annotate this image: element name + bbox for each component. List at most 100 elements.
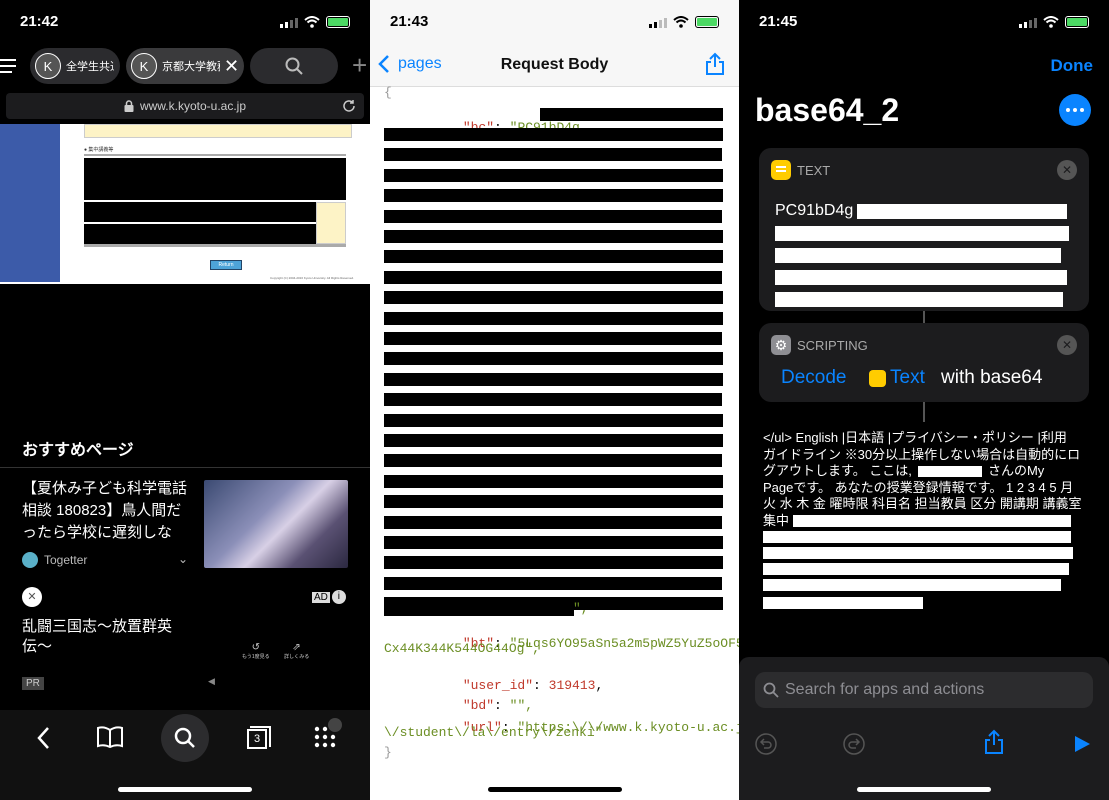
close-tab-icon[interactable]: ✕ (224, 56, 239, 77)
menu-icon[interactable] (0, 58, 18, 74)
redacted-line (384, 495, 723, 509)
home-indicator (487, 787, 622, 792)
tab-label: 全学生共通 (66, 61, 114, 73)
share-icon[interactable] (983, 729, 1005, 755)
redacted-line (384, 148, 722, 162)
url-line: "url": "https:\/\/www.k.kyoto-u.ac.jp (462, 720, 739, 735)
redacted-line (384, 270, 722, 284)
request-body-panel: 21:43 pages Request Body { "bc": "PC91bD… (370, 0, 739, 800)
navigation-bar: 21:43 pages Request Body (370, 0, 739, 87)
redacted-line (384, 556, 723, 570)
status-time: 21:42 (20, 13, 59, 30)
back-icon[interactable] (36, 726, 50, 750)
redacted-line (384, 393, 722, 407)
redacted-line (384, 311, 723, 325)
browser-tab[interactable]: K 全学生共通 (30, 48, 120, 84)
details-action[interactable]: ⇗ 詳しくみる (284, 642, 309, 660)
url-text: www.k.kyoto-u.ac.jp (139, 99, 247, 113)
status-time: 21:45 (759, 13, 798, 30)
redacted-line (384, 474, 723, 488)
tab-count: 3 (247, 729, 267, 749)
return-button[interactable]: Return (210, 260, 242, 270)
redacted-value (540, 108, 723, 121)
text-variable-token[interactable]: Text (869, 367, 925, 389)
shortcut-title: base64_2 (755, 92, 900, 128)
notification-dot (328, 718, 342, 732)
wifi-icon (1043, 16, 1059, 28)
ad-badge: AD (312, 591, 330, 603)
status-bar: 21:45 (739, 0, 1109, 44)
tabs-button[interactable]: 3 (247, 726, 271, 750)
tab-label: 京都大学教務 (162, 61, 220, 73)
search-input[interactable]: Search for apps and actions (755, 672, 1093, 708)
action-label: SCRIPTING (797, 338, 868, 353)
bottom-sheet: Search for apps and actions (739, 657, 1109, 800)
recommend-title: おすすめページ (22, 442, 134, 459)
site-favicon: K (35, 53, 61, 79)
redacted-value (384, 603, 574, 616)
done-button[interactable]: Done (1051, 56, 1094, 76)
redacted-line (384, 209, 722, 223)
page-title: Request Body (500, 56, 609, 73)
new-tab-icon[interactable]: + (352, 50, 367, 81)
bottom-toolbar: 3 (0, 710, 370, 800)
signal-icon (649, 17, 667, 28)
search-icon (285, 57, 303, 75)
replay-action[interactable]: ↺ もう1度見る (242, 642, 270, 660)
page-content: ● 集中講義等 Return Copyright (C) 2004-2016 K… (60, 124, 370, 284)
redacted-line (384, 434, 723, 447)
remove-action-icon[interactable]: ✕ (1057, 160, 1077, 180)
bookmarks-icon[interactable] (96, 726, 124, 748)
webpage-view[interactable]: ● 集中講義等 Return Copyright (C) 2004-2016 K… (0, 124, 370, 284)
scripting-action-card[interactable]: ⚙ SCRIPTING ✕ Decode Text with base64 (759, 323, 1089, 402)
redacted-line (384, 454, 722, 468)
bd-line: "bd": "", (462, 698, 534, 713)
search-button[interactable] (161, 714, 209, 762)
text-action-card[interactable]: TEXT ✕ PC91bD4g (759, 148, 1089, 311)
play-icon[interactable] (1073, 735, 1091, 753)
decode-parameter[interactable]: Decode (781, 367, 847, 389)
user-id-value: 319413 (548, 678, 596, 693)
bc-value-end: ", (573, 601, 589, 616)
reload-icon[interactable] (342, 99, 356, 113)
togetter-icon (22, 552, 38, 568)
redacted-name (917, 466, 982, 478)
json-close-brace: } (384, 745, 392, 760)
article-title[interactable]: 【夏休み子ども科学電話相談 180823】鳥人間だったら学校に遅刻しない？ 鳥… (22, 478, 194, 544)
share-icon[interactable] (705, 52, 725, 76)
text-value[interactable]: PC91bD4g (775, 202, 853, 220)
undo-icon[interactable] (755, 733, 777, 755)
shortcuts-panel: 21:45 Done base64_2 TEXT ✕ PC91bD4g ⚙ SC… (739, 0, 1109, 800)
redo-icon[interactable] (843, 733, 865, 755)
search-icon (174, 727, 195, 748)
external-link-icon: ⇗ (292, 642, 301, 653)
url-bar[interactable]: www.k.kyoto-u.ac.jp (6, 93, 364, 119)
more-button[interactable] (1059, 94, 1091, 126)
text-action-icon (771, 160, 791, 180)
status-bar: 21:42 (0, 0, 370, 44)
redacted-block (84, 158, 346, 200)
signal-icon (280, 17, 298, 28)
play-icon: ◀ (208, 676, 215, 686)
ad-title[interactable]: 乱闘三国志〜放置群英伝〜 (22, 617, 192, 657)
wifi-icon (304, 16, 320, 28)
info-icon[interactable]: i (331, 590, 346, 604)
battery-icon (326, 16, 350, 28)
browser-panel: 21:42 K 全学生共通 K 京都大学教務 ✕ + www.k.kyoto-u… (0, 0, 370, 800)
url-line-2: \/student\/la\/entry\/zenki" (384, 725, 603, 740)
action-label: TEXT (797, 163, 831, 178)
close-ad-icon[interactable]: ✕ (22, 587, 42, 607)
redacted-line (384, 332, 722, 345)
wifi-icon (673, 16, 689, 28)
battery-icon (695, 16, 719, 28)
remove-action-icon[interactable]: ✕ (1057, 335, 1077, 355)
redacted-line (384, 413, 723, 427)
pr-badge: PR (22, 677, 44, 690)
redacted-line (384, 250, 723, 264)
redacted-line (384, 168, 723, 182)
article-thumbnail[interactable] (204, 480, 348, 568)
redacted-line (384, 128, 723, 141)
chevron-down-icon[interactable]: ⌄ (178, 552, 188, 566)
browser-tab-active[interactable]: K 京都大学教務 ✕ (126, 48, 244, 84)
search-tab[interactable] (250, 48, 338, 84)
